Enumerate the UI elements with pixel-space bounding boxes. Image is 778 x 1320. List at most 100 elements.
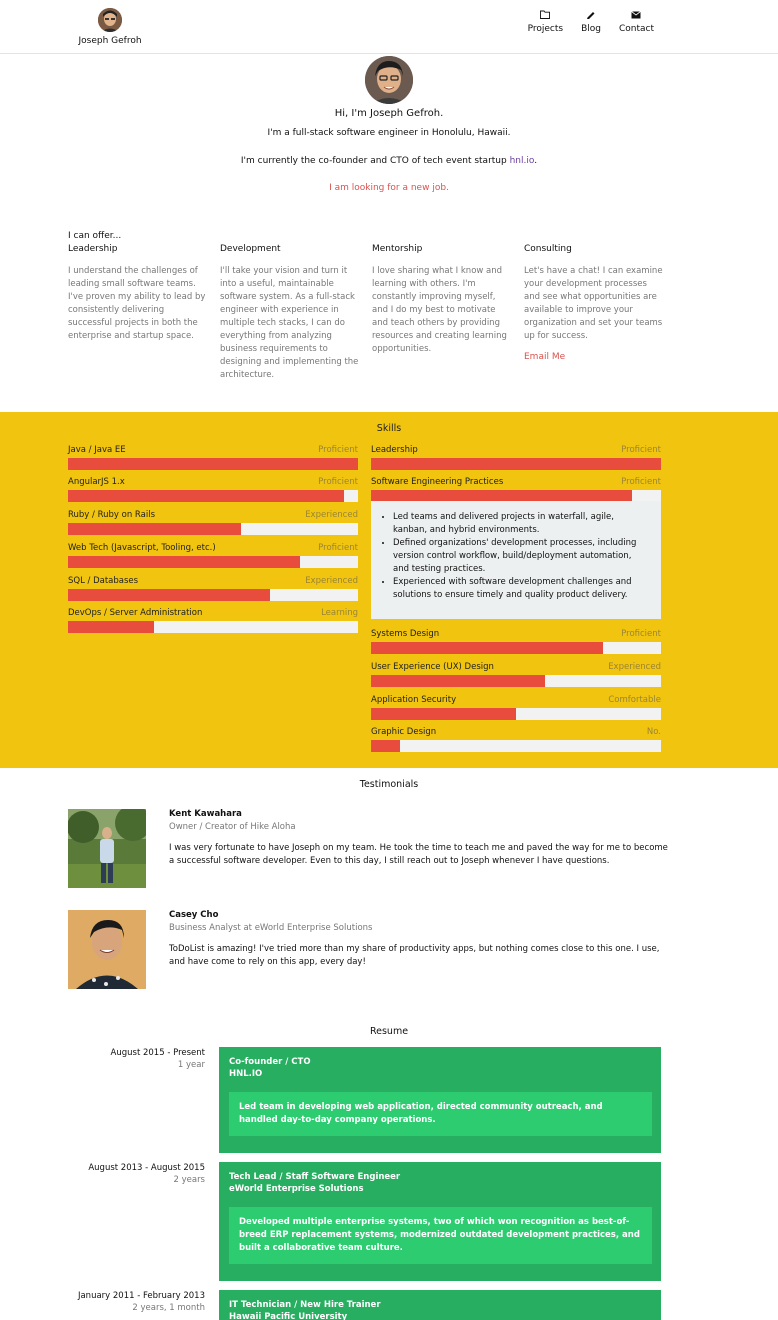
skill-bar [68, 458, 358, 470]
skill-bar-fill [371, 708, 516, 720]
skills-section: Skills Java / Java EE Proficient AngularJ… [0, 412, 778, 768]
testimonial-role: Owner / Creator of Hike Aloha [169, 822, 296, 832]
skill-name: Application Security [371, 695, 457, 705]
skill-name: Systems Design [371, 629, 440, 639]
brand-name: Joseph Gefroh [78, 36, 142, 46]
skill-bar-fill [68, 556, 300, 568]
offer-consulting: Consulting Let's have a chat! I can exam… [524, 244, 664, 362]
job-company: Hawaii Pacific University [229, 1312, 348, 1320]
skill-level: Experienced [305, 576, 358, 586]
skill-name: Java / Java EE [68, 445, 126, 455]
job-title: Co-founder / CTO [229, 1057, 311, 1067]
skill-bar-fill [68, 621, 154, 633]
offer-mentorship: Mentorship I love sharing what I know an… [372, 244, 512, 356]
resume-heading: Resume [369, 1026, 409, 1037]
skill-bar-fill [371, 675, 545, 687]
skill-web-tech[interactable]: Web Tech (Javascript, Tooling, etc.) Prof… [68, 543, 358, 568]
skill-level: Proficient [318, 445, 358, 455]
testimonial-photo [68, 910, 146, 989]
hero-intro: I'm a full-stack software engineer in Ho… [267, 128, 511, 138]
job-card: Tech Lead / Staff Software Engineer eWor… [219, 1162, 661, 1281]
skill-app-security[interactable]: Application Security Comfortable [371, 695, 661, 720]
skill-name: Software Engineering Practices [371, 477, 504, 487]
skill-engineering-practices[interactable]: Software Engineering Practices Proficient [371, 477, 661, 502]
nav-projects-label: Projects [527, 24, 564, 34]
hero-section: Hi, I'm Joseph Gefroh. I'm a full-stack … [0, 56, 778, 193]
skill-level: Experienced [608, 662, 661, 672]
hero-greeting: Hi, I'm Joseph Gefroh. [334, 108, 444, 119]
skill-graphic-design[interactable]: Graphic Design No. [371, 727, 661, 752]
skill-level: Proficient [318, 477, 358, 487]
job-date-range: August 2015 - Present [110, 1048, 205, 1058]
skill-angularjs[interactable]: AngularJS 1.x Proficient [68, 477, 358, 502]
skill-bar [68, 556, 358, 568]
offer-text: I love sharing what I know and learning … [372, 266, 507, 354]
job-company: eWorld Enterprise Solutions [229, 1184, 364, 1194]
email-me-link[interactable]: Email Me [524, 352, 664, 362]
skill-detail-item: Defined organizations' development proce… [393, 537, 649, 576]
skill-ruby[interactable]: Ruby / Ruby on Rails Experienced [68, 510, 358, 535]
skill-devops[interactable]: DevOps / Server Administration Learning [68, 608, 358, 633]
skill-bar [68, 523, 358, 535]
nav-contact[interactable]: Contact [619, 10, 654, 34]
offer-leadership: Leadership I understand the challenges o… [68, 244, 208, 343]
nav-contact-label: Contact [618, 24, 654, 34]
testimonial-name: Kent Kawahara [169, 809, 242, 819]
offer-title: Leadership [68, 244, 118, 254]
skill-bar [371, 642, 661, 654]
skill-systems-design[interactable]: Systems Design Proficient [371, 629, 661, 654]
skill-bar [371, 740, 661, 752]
testimonial-name: Casey Cho [169, 910, 219, 920]
skills-heading: Skills [376, 423, 402, 434]
skill-java[interactable]: Java / Java EE Proficient [68, 445, 358, 470]
hnl-io-link[interactable]: hnl.io [510, 156, 535, 166]
job-dates: August 2013 - August 2015 2 years [88, 1163, 205, 1185]
skill-sql[interactable]: SQL / Databases Experienced [68, 576, 358, 601]
skill-name: Web Tech (Javascript, Tooling, etc.) [68, 543, 216, 553]
job-title: Tech Lead / Staff Software Engineer [229, 1172, 401, 1182]
offer-development: Development I'll take your vision and tu… [220, 244, 360, 382]
job-duration: 2 years [173, 1175, 205, 1185]
skill-bar [68, 490, 358, 502]
offer-text: I'll take your vision and turn it into a… [220, 266, 359, 380]
nav-blog[interactable]: Blog [581, 10, 601, 34]
offer-text: I understand the challenges of leading s… [68, 266, 206, 341]
skill-bar-fill [371, 642, 603, 654]
skill-ux-design[interactable]: User Experience (UX) Design Experienced [371, 662, 661, 687]
hero-current-role: I'm currently the co-founder and CTO of … [0, 156, 778, 166]
skill-name: Leadership [371, 445, 418, 455]
skill-bar [371, 675, 661, 687]
job-search-notice[interactable]: I am looking for a new job. [0, 183, 778, 193]
job-date-range: January 2011 - February 2013 [77, 1291, 205, 1301]
job-company: HNL.IO [229, 1069, 263, 1079]
offer-title: Development [220, 244, 281, 254]
offer-text: Let's have a chat! I can examine your de… [524, 266, 663, 341]
skill-level: Learning [321, 608, 358, 618]
pencil-icon [587, 12, 595, 19]
skill-bar-fill [68, 589, 270, 601]
avatar [98, 8, 122, 32]
testimonial-quote: ToDoList is amazing! I've tried more tha… [169, 944, 660, 967]
job-duration: 2 years, 1 month [132, 1303, 205, 1313]
folder-icon [540, 10, 551, 19]
skill-detail-item: Led teams and delivered projects in wate… [393, 511, 649, 537]
skill-bar-fill [68, 458, 358, 470]
skill-name: Graphic Design [371, 727, 437, 737]
offer-title: Consulting [524, 244, 572, 254]
profile-photo [365, 56, 413, 104]
nav-projects[interactable]: Projects [528, 10, 563, 34]
top-navbar: Joseph Gefroh Projects Blog Contact [0, 0, 778, 54]
testimonial-role: Business Analyst at eWorld Enterprise So… [169, 923, 373, 933]
brand-link[interactable]: Joseph Gefroh [76, 8, 144, 46]
job-dates: August 2015 - Present 1 year [111, 1048, 205, 1070]
skill-bar [371, 458, 661, 470]
skill-level: Proficient [621, 477, 661, 487]
testimonial-quote: I was very fortunate to have Joseph on m… [169, 843, 668, 866]
job-date-range: August 2013 - August 2015 [88, 1163, 205, 1173]
job-duration: 1 year [177, 1060, 205, 1070]
offers-heading: I can offer... [68, 231, 122, 241]
skill-leadership[interactable]: Leadership Proficient [371, 445, 661, 470]
skill-detail-item: Experienced with software development ch… [393, 576, 649, 602]
skill-level: Proficient [621, 445, 661, 455]
job-description: Developed multiple enterprise systems, t… [229, 1207, 652, 1264]
